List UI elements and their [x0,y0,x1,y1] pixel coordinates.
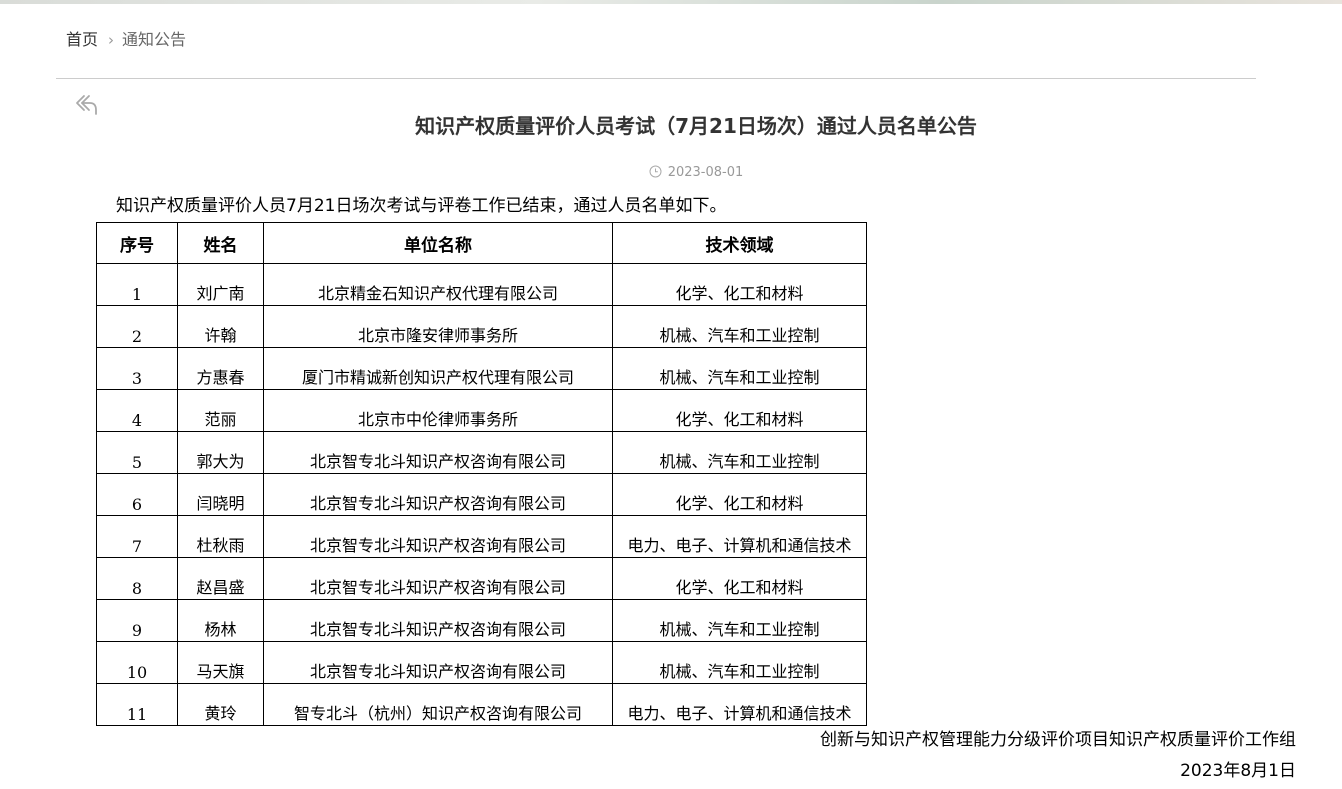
results-table: 序号 姓名 单位名称 技术领域 1 刘广南 北京精金石知识产权代理有限公司 化学… [96,222,867,726]
table-row: 1 刘广南 北京精金石知识产权代理有限公司 化学、化工和材料 [96,263,867,306]
cell-name: 赵昌盛 [177,557,264,600]
header-divider [56,78,1256,79]
signature-date: 2023年8月1日 [1180,761,1296,781]
breadcrumb-home-link[interactable]: 首页 [66,30,98,50]
header-name: 姓名 [177,222,264,264]
breadcrumb-notice-link[interactable]: 通知公告 [122,30,186,50]
cell-no: 9 [96,599,178,642]
cell-field: 机械、汽车和工业控制 [612,431,867,474]
table-row: 9 杨林 北京智专北斗知识产权咨询有限公司 机械、汽车和工业控制 [96,599,867,642]
cell-name: 刘广南 [177,263,264,306]
header-field: 技术领域 [612,222,867,264]
table-header-row: 序号 姓名 单位名称 技术领域 [96,222,867,264]
cell-no: 8 [96,557,178,600]
cell-org: 北京市隆安律师事务所 [263,305,613,348]
publish-date: 2023-08-01 [667,165,744,180]
chevron-right-icon: › [108,31,115,49]
header-org: 单位名称 [263,222,613,264]
cell-org: 北京智专北斗知识产权咨询有限公司 [263,515,613,558]
cell-field: 化学、化工和材料 [612,389,867,432]
cell-name: 马天旗 [177,641,264,684]
cell-org: 北京智专北斗知识产权咨询有限公司 [263,641,613,684]
table-row: 3 方惠春 厦门市精诚新创知识产权代理有限公司 机械、汽车和工业控制 [96,347,867,390]
table-row: 7 杜秋雨 北京智专北斗知识产权咨询有限公司 电力、电子、计算机和通信技术 [96,515,867,558]
cell-name: 范丽 [177,389,264,432]
cell-org: 北京智专北斗知识产权咨询有限公司 [263,557,613,600]
table-row: 4 范丽 北京市中伦律师事务所 化学、化工和材料 [96,389,867,432]
cell-name: 许翰 [177,305,264,348]
cell-field: 机械、汽车和工业控制 [612,305,867,348]
cell-field: 机械、汽车和工业控制 [612,347,867,390]
cell-name: 郭大为 [177,431,264,474]
cell-org: 厦门市精诚新创知识产权代理有限公司 [263,347,613,390]
cell-no: 5 [96,431,178,474]
cell-field: 化学、化工和材料 [612,263,867,306]
top-banner [0,0,1342,4]
cell-field: 化学、化工和材料 [612,557,867,600]
publish-date-row: 2023-08-01 [0,164,1342,184]
cell-name: 闫晓明 [177,473,264,516]
cell-name: 杨林 [177,599,264,642]
table-row: 10 马天旗 北京智专北斗知识产权咨询有限公司 机械、汽车和工业控制 [96,641,867,684]
intro-text: 知识产权质量评价人员7月21日场次考试与评卷工作已结束，通过人员名单如下。 [116,196,727,216]
cell-field: 机械、汽车和工业控制 [612,641,867,684]
cell-no: 7 [96,515,178,558]
table-row: 11 黄玲 智专北斗（杭州）知识产权咨询有限公司 电力、电子、计算机和通信技术 [96,683,867,726]
cell-org: 北京市中伦律师事务所 [263,389,613,432]
cell-field: 电力、电子、计算机和通信技术 [612,515,867,558]
cell-no: 2 [96,305,178,348]
table-row: 6 闫晓明 北京智专北斗知识产权咨询有限公司 化学、化工和材料 [96,473,867,516]
cell-no: 1 [96,263,178,306]
cell-name: 黄玲 [177,683,264,726]
cell-name: 杜秋雨 [177,515,264,558]
cell-org: 北京智专北斗知识产权咨询有限公司 [263,473,613,516]
breadcrumb: 首页 › 通知公告 [66,30,186,50]
clock-icon [649,165,662,184]
cell-field: 电力、电子、计算机和通信技术 [612,683,867,726]
header-no: 序号 [96,222,178,264]
cell-org: 北京智专北斗知识产权咨询有限公司 [263,599,613,642]
cell-no: 6 [96,473,178,516]
page-title: 知识产权质量评价人员考试（7月21日场次）通过人员名单公告 [415,114,977,138]
cell-no: 4 [96,389,178,432]
signature-org: 创新与知识产权管理能力分级评价项目知识产权质量评价工作组 [820,730,1296,750]
cell-org: 北京精金石知识产权代理有限公司 [263,263,613,306]
cell-no: 3 [96,347,178,390]
cell-name: 方惠春 [177,347,264,390]
cell-org: 北京智专北斗知识产权咨询有限公司 [263,431,613,474]
cell-no: 11 [96,683,178,726]
table-row: 2 许翰 北京市隆安律师事务所 机械、汽车和工业控制 [96,305,867,348]
table-row: 5 郭大为 北京智专北斗知识产权咨询有限公司 机械、汽车和工业控制 [96,431,867,474]
table-row: 8 赵昌盛 北京智专北斗知识产权咨询有限公司 化学、化工和材料 [96,557,867,600]
cell-field: 化学、化工和材料 [612,473,867,516]
cell-no: 10 [96,641,178,684]
cell-org: 智专北斗（杭州）知识产权咨询有限公司 [263,683,613,726]
cell-field: 机械、汽车和工业控制 [612,599,867,642]
